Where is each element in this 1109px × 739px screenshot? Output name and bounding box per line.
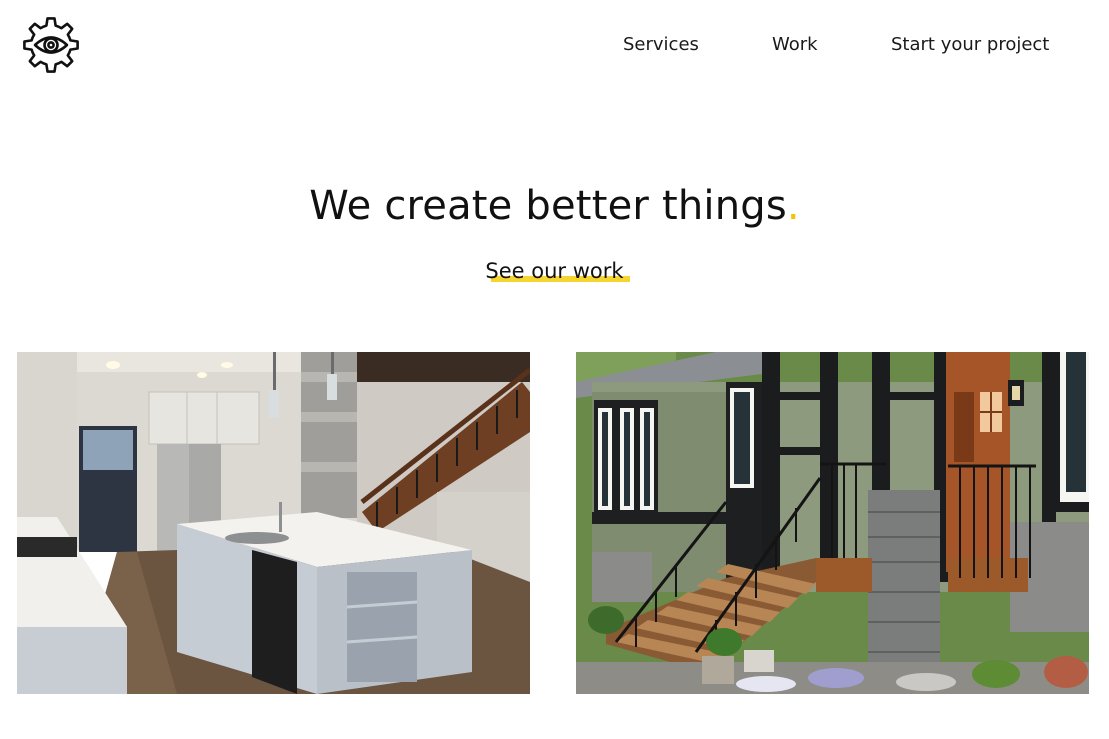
main-nav: Services Work Start your project — [0, 31, 1109, 59]
nav-work-link[interactable]: Work — [772, 31, 818, 59]
hero-title-text: We create better things — [309, 183, 787, 229]
hero-cta-wrap: See our work — [0, 256, 1109, 288]
nav-start-project-link[interactable]: Start your project — [891, 31, 1049, 59]
gallery-card-kitchen[interactable] — [17, 352, 530, 694]
house-porch-image — [576, 352, 1089, 694]
nav-services-link[interactable]: Services — [623, 31, 699, 59]
hero-title-dot: . — [786, 183, 800, 229]
hero-title: We create better things. — [0, 180, 1109, 232]
page: Services Work Start your project We crea… — [0, 0, 1109, 739]
gallery-card-porch[interactable] — [576, 352, 1089, 694]
kitchen-interior-image — [17, 352, 530, 694]
see-our-work-link[interactable]: See our work — [485, 256, 630, 286]
see-our-work-label: See our work — [485, 259, 624, 283]
